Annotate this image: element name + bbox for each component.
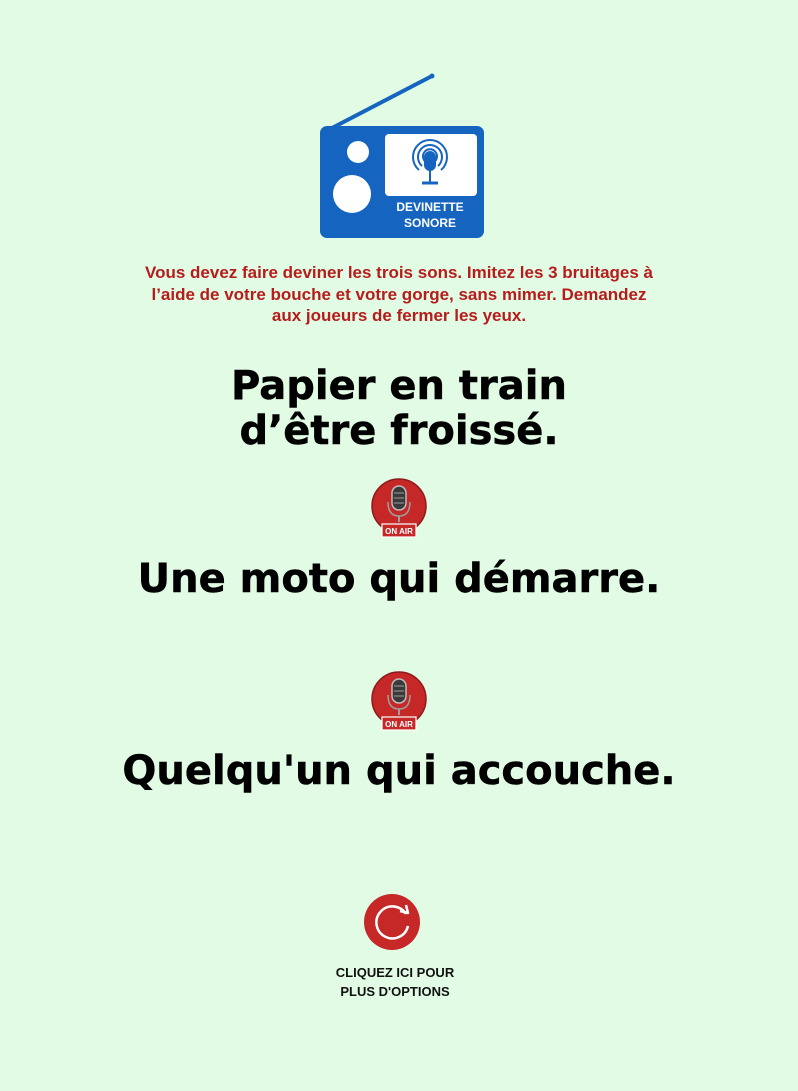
sound-1-line1: Papier en train xyxy=(231,363,567,409)
radio-logo: DEVINETTE SONORE xyxy=(318,70,486,240)
logo-title-line1: DEVINETTE xyxy=(396,200,463,214)
on-air-microphone-icon: ON AIR xyxy=(371,478,427,542)
sound-1-line2: d’être froissé. xyxy=(239,408,559,454)
options-link[interactable]: CLIQUEZ ICI POUR PLUS D'OPTIONS xyxy=(250,963,540,1001)
on-air-label: ON AIR xyxy=(385,527,413,536)
options-label-line1[interactable]: CLIQUEZ ICI POUR xyxy=(250,963,540,982)
on-air-label: ON AIR xyxy=(385,720,413,729)
options-label-line2[interactable]: PLUS D'OPTIONS xyxy=(250,982,540,1001)
refresh-icon[interactable] xyxy=(362,892,426,952)
instructions-text: Vous devez faire deviner les trois sons.… xyxy=(145,263,653,325)
sound-2: Une moto qui démarre. xyxy=(137,556,661,603)
sound-1: Papier en train d’être froissé. xyxy=(0,363,798,454)
on-air-microphone-icon: ON AIR xyxy=(371,671,427,735)
logo-title-line2: SONORE xyxy=(404,216,456,230)
sound-3: Quelqu'un qui accouche. xyxy=(122,748,676,795)
options-refresh-button[interactable] xyxy=(362,892,426,952)
